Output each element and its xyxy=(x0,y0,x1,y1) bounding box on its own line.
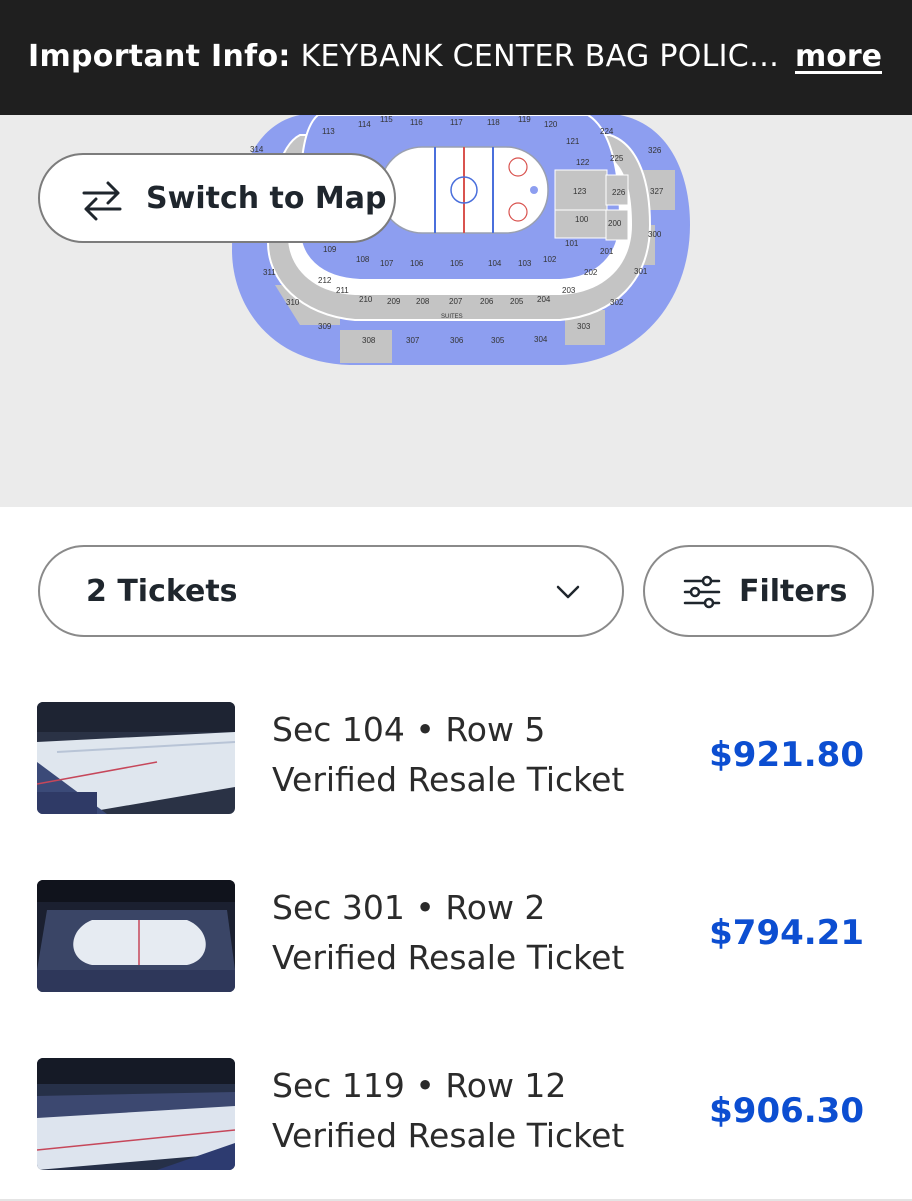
listing-ticket-type: Verified Resale Ticket xyxy=(272,1116,625,1155)
svg-text:304: 304 xyxy=(534,335,548,344)
listing-price: $921.80 xyxy=(709,735,864,775)
svg-text:211: 211 xyxy=(336,286,349,295)
listing-ticket-type: Verified Resale Ticket xyxy=(272,938,625,977)
svg-text:306: 306 xyxy=(450,336,464,345)
svg-text:300: 300 xyxy=(648,230,662,239)
listing-section-row: Sec 119 • Row 12 xyxy=(272,1066,567,1105)
svg-text:103: 103 xyxy=(518,259,532,268)
svg-text:118: 118 xyxy=(487,118,500,127)
svg-text:106: 106 xyxy=(410,259,424,268)
svg-text:307: 307 xyxy=(406,336,420,345)
svg-text:123: 123 xyxy=(573,187,587,196)
svg-text:225: 225 xyxy=(610,154,624,163)
svg-text:206: 206 xyxy=(480,297,494,306)
svg-text:114: 114 xyxy=(358,120,371,129)
svg-text:226: 226 xyxy=(612,188,626,197)
svg-text:108: 108 xyxy=(356,255,370,264)
svg-text:107: 107 xyxy=(380,259,394,268)
svg-text:210: 210 xyxy=(359,295,373,304)
svg-text:201: 201 xyxy=(600,247,614,256)
svg-text:308: 308 xyxy=(362,336,376,345)
svg-text:303: 303 xyxy=(577,322,591,331)
svg-text:203: 203 xyxy=(562,286,576,295)
svg-text:309: 309 xyxy=(318,322,332,331)
listing-price: $906.30 xyxy=(709,1091,864,1131)
important-info-banner: Important Info: KEYBANK CENTER BAG POLIC… xyxy=(0,0,912,115)
svg-text:120: 120 xyxy=(544,120,558,129)
section-308[interactable] xyxy=(340,330,392,363)
filters-button[interactable]: Filters xyxy=(643,545,874,637)
svg-text:302: 302 xyxy=(610,298,624,307)
svg-text:208: 208 xyxy=(416,297,430,306)
svg-text:113: 113 xyxy=(322,127,335,136)
listing-section-row: Sec 301 • Row 2 xyxy=(272,888,546,927)
switch-to-map-label: Switch to Map xyxy=(146,181,387,216)
svg-text:209: 209 xyxy=(387,297,401,306)
svg-text:212: 212 xyxy=(318,276,332,285)
svg-text:121: 121 xyxy=(566,137,580,146)
svg-text:116: 116 xyxy=(410,118,423,127)
svg-text:204: 204 xyxy=(537,295,551,304)
svg-text:102: 102 xyxy=(543,255,557,264)
chevron-down-icon xyxy=(554,578,582,610)
seat-view-thumbnail xyxy=(37,1058,235,1170)
svg-text:200: 200 xyxy=(608,219,622,228)
banner-label: Important Info: xyxy=(28,39,291,74)
svg-text:SUITES: SUITES xyxy=(441,314,463,320)
svg-text:207: 207 xyxy=(449,297,463,306)
svg-text:311: 311 xyxy=(263,268,276,277)
svg-text:310: 310 xyxy=(286,298,300,307)
svg-text:205: 205 xyxy=(510,297,524,306)
svg-text:301: 301 xyxy=(634,267,648,276)
svg-text:326: 326 xyxy=(648,146,662,155)
svg-text:119: 119 xyxy=(518,115,531,124)
seat-view-thumbnail xyxy=(37,702,235,814)
filters-label: Filters xyxy=(739,574,848,609)
svg-text:109: 109 xyxy=(323,245,337,254)
ticket-listing[interactable]: Sec 301 • Row 2 Verified Resale Ticket $… xyxy=(0,843,912,1023)
svg-text:117: 117 xyxy=(450,118,463,127)
banner-text: Important Info: KEYBANK CENTER BAG POLIC… xyxy=(28,39,779,74)
filters-row: 2 Tickets Filters xyxy=(0,507,912,667)
listing-price: $794.21 xyxy=(709,913,864,953)
svg-text:100: 100 xyxy=(575,215,589,224)
sliders-icon xyxy=(683,575,721,613)
banner-message: KEYBANK CENTER BAG POLIC… xyxy=(300,39,780,74)
ticket-quantity-value: 2 Tickets xyxy=(86,574,238,609)
svg-text:115: 115 xyxy=(380,115,393,124)
svg-text:224: 224 xyxy=(600,127,614,136)
svg-text:327: 327 xyxy=(650,187,664,196)
svg-text:101: 101 xyxy=(565,239,579,248)
svg-text:202: 202 xyxy=(584,268,598,277)
svg-text:122: 122 xyxy=(576,158,590,167)
svg-text:104: 104 xyxy=(488,259,502,268)
ticket-quantity-select[interactable]: 2 Tickets xyxy=(38,545,624,637)
switch-to-map-button[interactable]: Switch to Map xyxy=(38,153,396,243)
listing-ticket-type: Verified Resale Ticket xyxy=(272,760,625,799)
seat-view-thumbnail xyxy=(37,880,235,992)
ticket-listing[interactable]: Sec 119 • Row 12 Verified Resale Ticket … xyxy=(0,1021,912,1201)
seat-map[interactable]: 113 114 115 116 117 118 119 120 121 122 123 100 … xyxy=(0,115,912,507)
listing-section-row: Sec 104 • Row 5 xyxy=(272,710,546,749)
more-link[interactable]: more xyxy=(795,39,882,74)
svg-text:105: 105 xyxy=(450,259,464,268)
svg-text:305: 305 xyxy=(491,336,505,345)
ticket-listing[interactable]: Sec 104 • Row 5 Verified Resale Ticket $… xyxy=(0,665,912,845)
